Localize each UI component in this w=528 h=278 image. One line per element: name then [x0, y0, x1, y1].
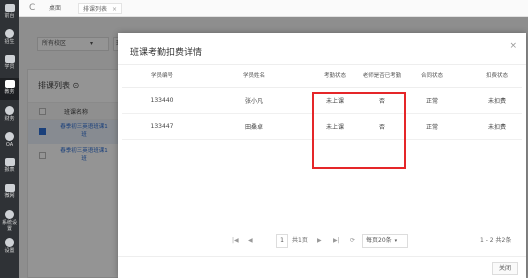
sidebar-item-report[interactable]: 报表	[0, 156, 19, 178]
close-button[interactable]: 关闭	[491, 262, 518, 275]
microsite-icon	[4, 184, 15, 192]
sidebar-item-finance[interactable]: 财务	[0, 104, 19, 126]
attendance-fee-modal: 班课考勤扣费详情 × 学员编号 学员姓名 考勤状态 老师是否已考勤 合同状态 扣…	[118, 33, 526, 278]
student-name-cell: 张小凡	[244, 98, 263, 105]
highlight-annotation-box	[312, 92, 406, 169]
column-header-teacher-attended: 老师是否已考勤	[362, 73, 402, 79]
report-icon	[4, 158, 15, 166]
desk-icon	[4, 4, 15, 12]
oa-icon	[5, 132, 14, 141]
finance-icon	[5, 106, 14, 115]
column-header-student-name: 学员姓名	[242, 73, 265, 79]
sidebar-item-label: 设置	[4, 248, 15, 254]
sidebar-item-label: 教务	[4, 89, 15, 95]
sidebar-item-teaching[interactable]: 教务	[0, 78, 19, 100]
column-header-attendance-status: 考勤状态	[323, 73, 346, 79]
modal-title: 班课考勤扣费详情	[130, 48, 203, 58]
column-header-fee-status: 扣费状态	[485, 73, 508, 79]
first-page-button[interactable]: |◀	[232, 234, 239, 248]
modal-footer: 关闭	[118, 256, 526, 278]
last-page-button[interactable]: ▶|	[333, 234, 340, 248]
sidebar-item-label: 学员	[4, 64, 15, 70]
prev-page-button[interactable]: ◀	[248, 234, 253, 248]
sidebar-item-label: OA	[5, 142, 14, 148]
close-icon[interactable]: ×	[112, 6, 117, 13]
sidebar-item-label: 微网	[4, 193, 15, 199]
sidebar-item-label: 系统设置	[1, 220, 17, 232]
refresh-icon[interactable]: C	[29, 3, 35, 13]
pagination: |◀ ◀ 1 共1页 ▶ ▶| ⟳ 每页20条 ▾ 1 - 2 共2条	[118, 234, 526, 248]
enroll-icon	[5, 29, 14, 38]
sidebar-item-settings[interactable]: 设置	[0, 236, 19, 258]
sidebar-item-student[interactable]: 学员	[0, 53, 19, 75]
student-icon	[4, 55, 15, 63]
tab-label: 排课列表	[83, 6, 108, 13]
attendance-table: 学员编号 学员姓名 考勤状态 老师是否已考勤 合同状态 扣费状态 133440 …	[122, 66, 522, 169]
sidebar-item-label: 报表	[4, 167, 15, 173]
record-range: 1 - 2 共2条	[480, 237, 512, 244]
gear-icon	[5, 238, 14, 247]
divider	[118, 64, 526, 65]
page-size-value: 每页20条	[366, 237, 392, 244]
teaching-icon	[4, 80, 15, 88]
student-id-cell: 133440	[150, 97, 174, 104]
sidebar-item-system[interactable]: 系统设置	[0, 208, 19, 232]
sidebar-item-label: 财务	[4, 116, 15, 122]
sidebar-item-label: 招生	[4, 39, 15, 45]
sidebar-item-label: 前台	[4, 13, 15, 19]
table-header: 学员编号 学员姓名 考勤状态 老师是否已考勤 合同状态 扣费状态	[122, 66, 522, 88]
student-id-cell: 133447	[150, 123, 174, 130]
refresh-icon[interactable]: ⟳	[350, 234, 355, 248]
column-header-student-id: 学员编号	[150, 73, 173, 79]
sidebar-item-microsite[interactable]: 微网	[0, 182, 19, 204]
tab-bar: C 桌面 排课列表 ×	[19, 0, 528, 17]
page-number-input[interactable]: 1	[276, 234, 288, 248]
settings-icon	[5, 210, 14, 219]
tab-schedule-list[interactable]: 排课列表 ×	[78, 3, 123, 14]
column-header-contract-status: 合同状态	[420, 73, 443, 79]
fee-status-cell: 未扣费	[487, 124, 506, 131]
page-size-select[interactable]: 每页20条 ▾	[362, 234, 408, 248]
student-name-cell: 田桑卓	[244, 124, 263, 131]
tab-desktop[interactable]: 桌面	[45, 3, 65, 14]
close-icon[interactable]: ×	[509, 41, 517, 51]
total-pages: 共1页	[292, 237, 308, 244]
fee-status-cell: 未扣费	[487, 98, 506, 105]
next-page-button[interactable]: ▶	[317, 234, 322, 248]
sidebar-item-desk[interactable]: 前台	[0, 2, 19, 24]
contract-status-cell: 正常	[425, 124, 438, 131]
chevron-down-icon: ▾	[394, 238, 398, 244]
sidebar-item-oa[interactable]: OA	[0, 130, 19, 152]
contract-status-cell: 正常	[425, 98, 438, 105]
main-sidebar: 前台 招生 学员 教务 财务 OA 报表 微网 系统设置 设置	[0, 0, 19, 278]
sidebar-item-enroll[interactable]: 招生	[0, 27, 19, 49]
